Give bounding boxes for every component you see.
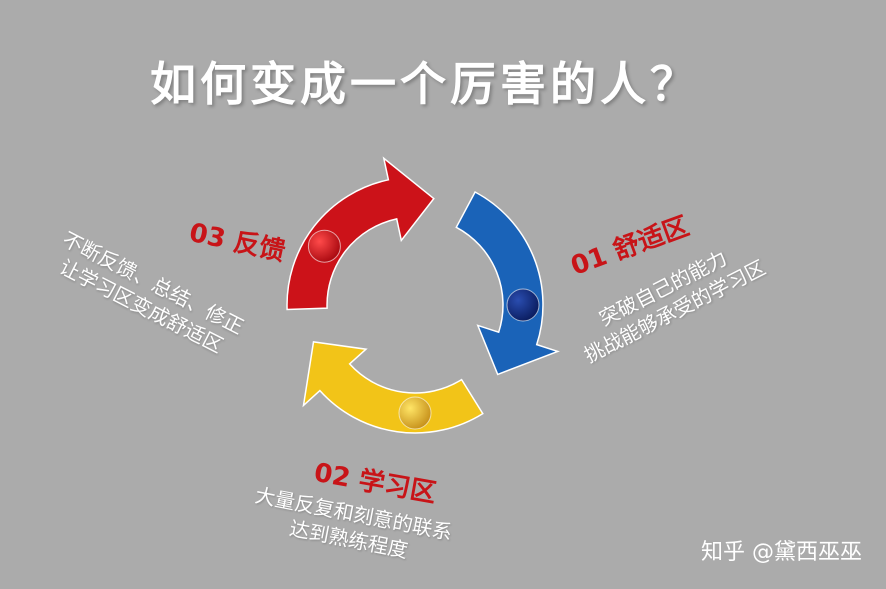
watermark: 知乎 @黛西巫巫 [701,540,862,565]
dot-learning [398,396,432,430]
segment-comfort [455,190,560,376]
dot-comfort [506,288,540,322]
segment-learning [302,341,484,434]
segment-feedback [286,156,435,311]
dot-feedback [307,229,341,263]
